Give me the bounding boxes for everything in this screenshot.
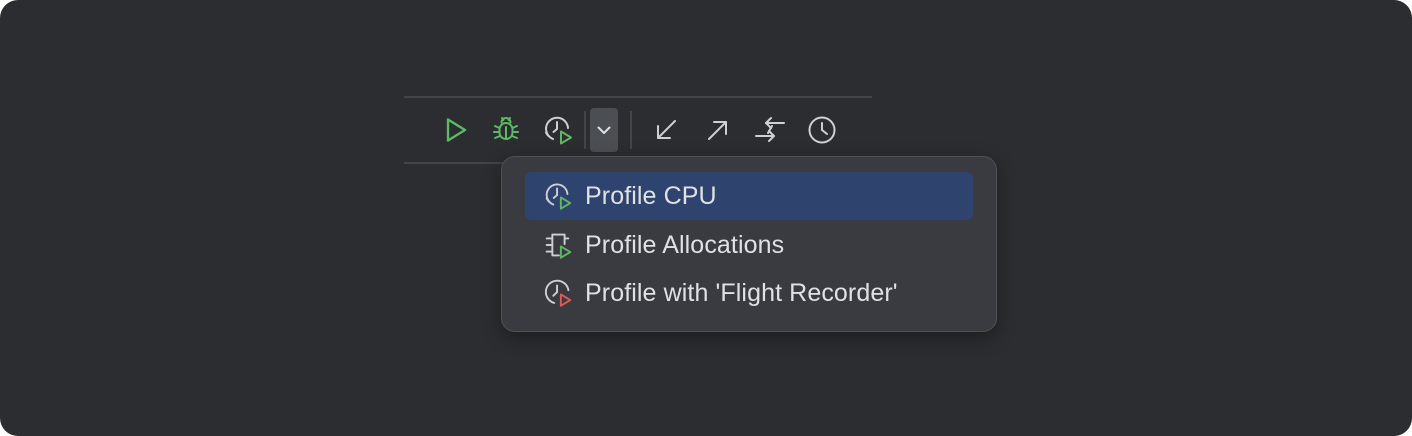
ide-window: Profile CPU Profile Allocations Profile … [0, 0, 1412, 436]
profile-button[interactable] [536, 108, 580, 152]
toolbar-separator [584, 111, 586, 149]
run-icon [446, 118, 467, 142]
run-button[interactable] [433, 108, 477, 152]
clock-history-icon [808, 116, 836, 144]
profile-cpu-icon [539, 177, 577, 215]
compare-button[interactable] [748, 108, 792, 152]
debug-bug-icon [493, 117, 519, 140]
compare-arrows-icon [755, 117, 785, 142]
chevron-down-icon [597, 126, 611, 134]
step-into-button[interactable] [644, 108, 688, 152]
debug-button[interactable] [484, 108, 528, 152]
profile-icon [545, 116, 572, 145]
flight-recorder-icon [539, 274, 577, 312]
menu-item-label: Profile Allocations [585, 230, 785, 259]
arrow-down-left-icon [657, 120, 676, 139]
menu-item-label: Profile CPU [585, 181, 717, 210]
toolbar-top-border [404, 96, 872, 98]
profile-options-menu: Profile CPU Profile Allocations Profile … [501, 156, 997, 332]
menu-item-flight-recorder[interactable]: Profile with 'Flight Recorder' [525, 269, 973, 317]
menu-item-profile-cpu[interactable]: Profile CPU [525, 172, 973, 220]
toolbar-separator [630, 111, 632, 149]
menu-item-profile-allocations[interactable]: Profile Allocations [525, 221, 973, 269]
more-profile-options-dropdown[interactable] [590, 108, 618, 152]
menu-item-label: Profile with 'Flight Recorder' [585, 278, 898, 307]
step-out-button[interactable] [696, 108, 740, 152]
arrow-up-right-icon [708, 121, 727, 140]
history-button[interactable] [800, 108, 844, 152]
profile-allocations-icon [539, 226, 577, 264]
